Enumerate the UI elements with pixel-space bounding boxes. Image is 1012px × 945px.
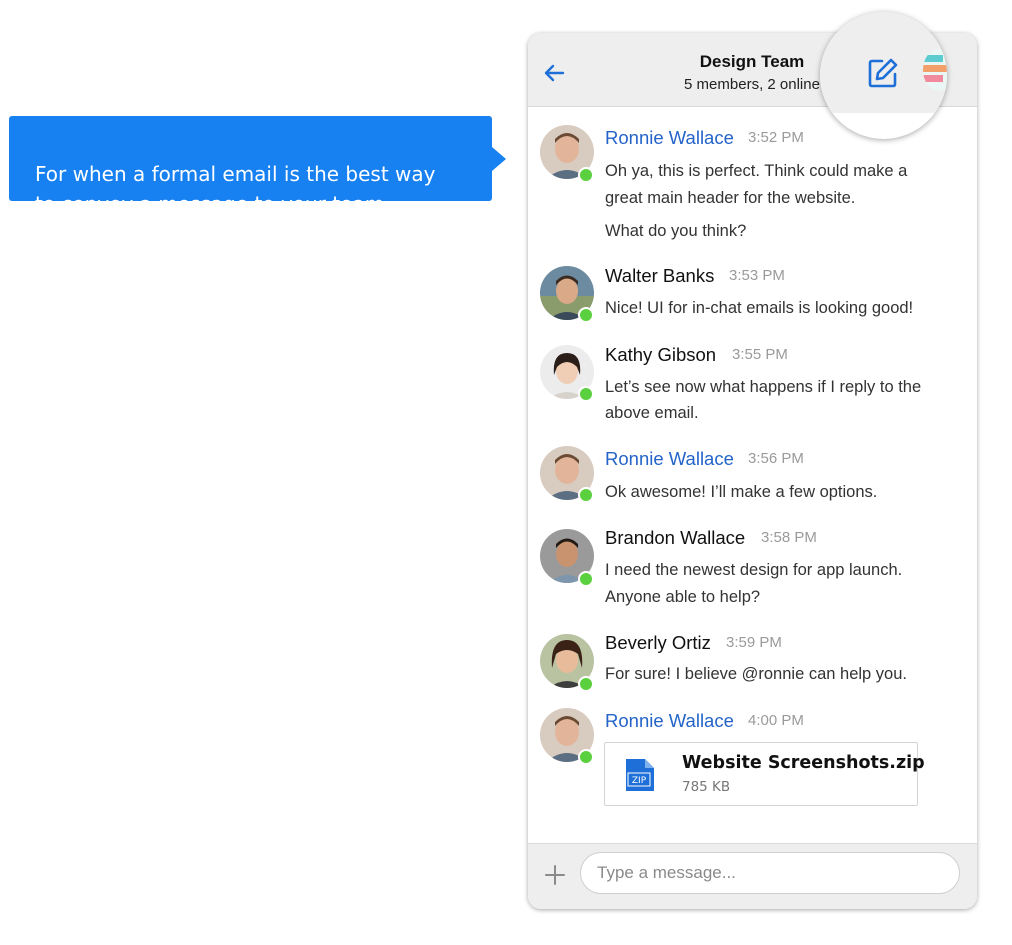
online-indicator [578,676,594,692]
timestamp: 3:55 PM [732,346,788,363]
file-attachment[interactable]: ZIP Website Screenshots.zip 785 KB [604,742,925,806]
sender-name[interactable]: Ronnie Wallace [605,127,734,149]
file-name: Website Screenshots.zip [682,753,925,773]
timestamp: 3:53 PM [729,267,785,284]
online-indicator [578,386,594,402]
sender-name[interactable]: Brandon Wallace [605,527,745,549]
feature-tooltip: For when a formal email is the best way … [9,116,506,216]
zip-file-icon: ZIP [626,759,654,791]
message-text: What do you think? [605,222,747,240]
zip-badge: ZIP [632,776,647,786]
timestamp: 3:59 PM [726,634,782,651]
compose-magnifier [820,12,947,139]
sender-name[interactable]: Kathy Gibson [605,344,716,366]
message-text: above email. [605,404,699,422]
plus-icon[interactable] [544,864,566,886]
message-text: I need the newest design for app launch. [605,561,903,579]
file-size: 785 KB [682,779,731,795]
compose-edit-icon[interactable] [866,56,900,90]
app-avatar-graphic [923,49,947,91]
online-indicator [578,167,594,183]
sender-name[interactable]: Walter Banks [605,265,714,287]
online-indicator [578,307,594,323]
message-text: Oh ya, this is perfect. Think could make… [605,162,908,180]
sender-name[interactable]: Ronnie Wallace [605,448,734,470]
timestamp: 3:56 PM [748,450,804,467]
message-text: Let’s see now what happens if I reply to… [605,378,922,396]
chat-window: Design Team 5 members, 2 online Ronnie W… [528,33,977,909]
timestamp: 3:52 PM [748,129,804,146]
composer-bar: Type a message... [528,843,977,909]
message-input[interactable]: Type a message... [580,852,960,894]
tooltip-arrow [492,147,506,171]
message-text: Anyone able to help? [605,588,761,606]
message-text: Nice! UI for in-chat emails is looking g… [605,299,914,317]
message-text: For sure! I believe @ronnie can help you… [605,665,907,683]
online-indicator [578,487,594,503]
sender-name[interactable]: Beverly Ortiz [605,632,711,654]
sender-name[interactable]: Ronnie Wallace [605,710,734,732]
timestamp: 3:58 PM [761,529,817,546]
app-avatar-icon[interactable] [923,49,947,91]
message-text: great main header for the website. [605,189,856,207]
message-text: Ok awesome! I’ll make a few options. [605,483,878,501]
tooltip-text: For when a formal email is the best way … [35,162,436,216]
online-indicator [578,749,594,765]
online-indicator [578,571,594,587]
timestamp: 4:00 PM [748,712,804,729]
